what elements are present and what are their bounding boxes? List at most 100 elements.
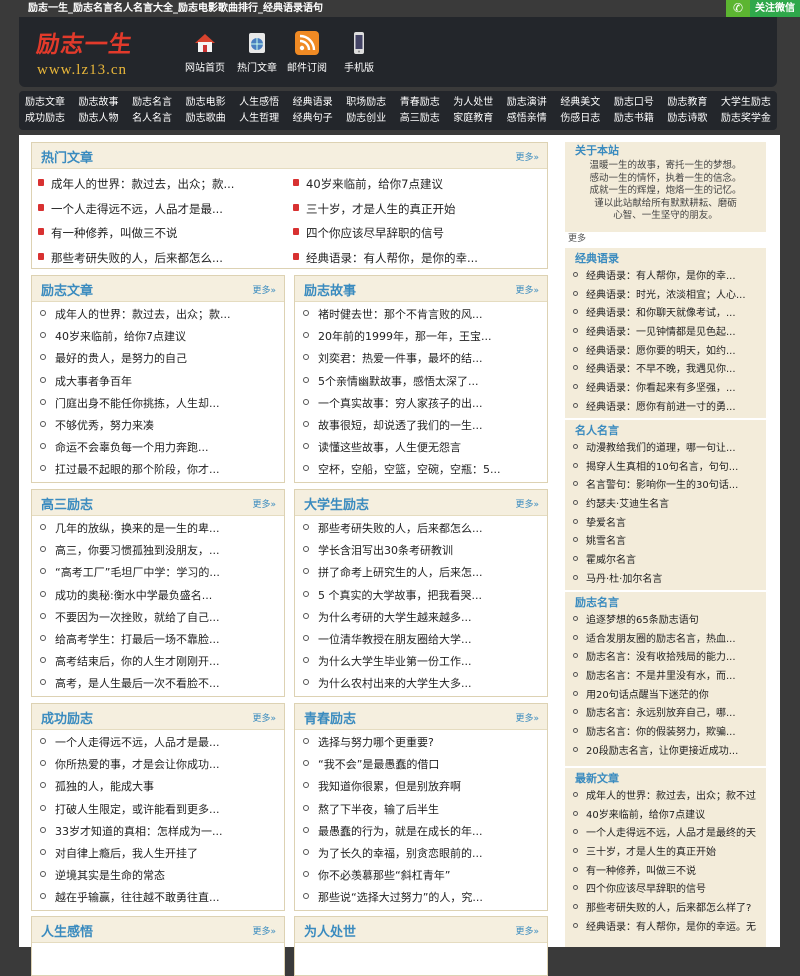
wechat-follow[interactable]: ✆ 关注微信 — [726, 0, 800, 17]
more-link[interactable]: 更多» — [252, 283, 276, 296]
sidebar-item[interactable]: 经典语录：不早不晚，我遇见你... — [573, 361, 766, 380]
list-item[interactable]: 33岁才知道的真相：怎样成为一... — [40, 821, 284, 843]
sidebar-item[interactable]: 有一种修养，叫做三不说 — [573, 863, 766, 882]
hot-item[interactable]: 一个人走得远不远，人品才是最... — [38, 197, 293, 222]
nav-item[interactable]: 励志歌曲 — [186, 111, 226, 127]
sidebar-item[interactable]: 经典语录：一见钟情都是见色起... — [573, 324, 766, 343]
list-item[interactable]: 不要因为一次挫败，就给了自己... — [40, 607, 284, 629]
nav-item[interactable]: 人生感悟 — [239, 95, 279, 111]
sidebar-item[interactable]: 揭穿人生真相的10句名言，句句... — [573, 459, 766, 478]
list-item[interactable]: 成大事者争百年 — [40, 371, 284, 393]
nav-item[interactable]: 感悟亲情 — [507, 111, 547, 127]
list-item[interactable]: 对自律上瘾后，我人生开挂了 — [40, 843, 284, 865]
nav-item[interactable]: 励志电影 — [186, 95, 226, 111]
list-item[interactable]: 褚时健去世：那个不肯言败的风... — [303, 304, 547, 326]
nav-item[interactable]: 经典句子 — [293, 111, 333, 127]
nav-item[interactable]: 励志人物 — [79, 111, 119, 127]
sidebar-item[interactable]: 动漫教给我们的道理，哪一句让... — [573, 440, 766, 459]
list-item[interactable]: 成年人的世界：款过去，出众；款... — [40, 304, 284, 326]
list-item[interactable]: 空杯，空船，空篮，空碗，空瓶：5... — [303, 459, 547, 481]
list-item[interactable]: 几年的放纵，换来的是一生的卑... — [40, 518, 284, 540]
nav-home[interactable]: 网站首页 — [181, 31, 229, 74]
sidebar-item[interactable]: 追逐梦想的65条励志语句 — [573, 612, 766, 631]
nav-item[interactable]: 伤感日志 — [560, 111, 600, 127]
list-item[interactable]: 高考，是人生最后一次不看脸不... — [40, 673, 284, 695]
list-item[interactable]: 你不必羡慕那些“斜杠青年” — [303, 865, 547, 887]
list-item[interactable]: 命运不会辜负每一个用力奔跑... — [40, 437, 284, 459]
more-link[interactable]: 更多» — [252, 924, 276, 937]
list-item[interactable]: 读懂这些故事，人生便无怨言 — [303, 437, 547, 459]
list-item[interactable]: 选择与努力哪个更重要? — [303, 732, 547, 754]
sidebar-item[interactable]: 经典语录：时光，浓淡相宜；人心... — [573, 287, 766, 306]
nav-item[interactable]: 家庭教育 — [453, 111, 493, 127]
list-item[interactable]: 40岁来临前，给你7点建议 — [40, 326, 284, 348]
nav-subscribe[interactable]: 邮件订阅 — [283, 31, 331, 74]
sidebar-item[interactable]: 一个人走得远不远，人品才是最终的天 — [573, 825, 766, 844]
sidebar-item[interactable]: 经典语录：愿你要的明天，如约... — [573, 343, 766, 362]
sidebar-item[interactable]: 挚爱名言 — [573, 515, 766, 534]
sidebar-item[interactable]: 那些考研失败的人，后来都怎么样了? — [573, 900, 766, 919]
sidebar-item[interactable]: 经典语录：愿你有前进一寸的勇... — [573, 399, 766, 418]
nav-item[interactable]: 励志名言 — [132, 95, 172, 111]
more-link[interactable]: 更多» — [515, 150, 539, 163]
sidebar-item[interactable]: 约瑟夫·艾迪生名言 — [573, 496, 766, 515]
nav-item[interactable]: 青春励志 — [400, 95, 440, 111]
sidebar-item[interactable]: 霍威尔名言 — [573, 552, 766, 571]
nav-item[interactable]: 高三励志 — [400, 111, 440, 127]
list-item[interactable]: 高考结束后，你的人生才刚刚开... — [40, 651, 284, 673]
list-item[interactable]: 我知道你很累，但是别放弃啊 — [303, 776, 547, 798]
more-link[interactable]: 更多» — [515, 497, 539, 510]
nav-item[interactable]: 经典语录 — [293, 95, 333, 111]
sidebar-item[interactable]: 经典语录：和你聊天就像考试，... — [573, 305, 766, 324]
hot-item[interactable]: 经典语录：有人帮你，是你的幸... — [293, 246, 543, 271]
nav-item[interactable]: 励志演讲 — [507, 95, 547, 111]
list-item[interactable]: 故事很短，却说透了我们的一生... — [303, 415, 547, 437]
list-item[interactable]: 逆境其实是生命的常态 — [40, 865, 284, 887]
list-item[interactable]: 刘奕君：热爱一件事，最坏的结... — [303, 348, 547, 370]
list-item[interactable]: 最好的贵人，是努力的自己 — [40, 348, 284, 370]
sidebar-item[interactable]: 姚雪名言 — [573, 533, 766, 552]
hot-item[interactable]: 三十岁，才是人生的真正开始 — [293, 197, 543, 222]
nav-item[interactable]: 励志口号 — [614, 95, 654, 111]
list-item[interactable]: 给高考学生：打最后一场不靠脸... — [40, 629, 284, 651]
sidebar-item[interactable]: 20段励志名言，让你更接近成功... — [573, 743, 766, 762]
list-item[interactable]: 不够优秀，努力来凑 — [40, 415, 284, 437]
nav-mobile[interactable]: 手机版 — [335, 31, 383, 74]
list-item[interactable]: 扛过最不起眼的那个阶段，你才... — [40, 459, 284, 481]
nav-item[interactable]: 励志教育 — [667, 95, 707, 111]
nav-item[interactable]: 励志奖学金 — [721, 111, 771, 127]
list-item[interactable]: 5 个真实的大学故事，把我看哭... — [303, 585, 547, 607]
hot-item[interactable]: 成年人的世界：款过去，出众；款... — [38, 172, 293, 197]
list-item[interactable]: 你所热爱的事，才是会让你成功... — [40, 754, 284, 776]
sidebar-item[interactable]: 经典语录：有人帮你，是你的幸... — [573, 268, 766, 287]
sidebar-item[interactable]: 励志名言：你的假装努力，欺骗... — [573, 724, 766, 743]
list-item[interactable]: 一个人走得远不远，人品才是最... — [40, 732, 284, 754]
list-item[interactable]: 那些说“选择大过努力”的人，究... — [303, 887, 547, 909]
list-item[interactable]: 为什么大学生毕业第一份工作... — [303, 651, 547, 673]
sidebar-item[interactable]: 成年人的世界：款过去，出众；款不过 — [573, 788, 766, 807]
list-item[interactable]: 20年前的1999年，那一年，王宝... — [303, 326, 547, 348]
sidebar-item[interactable]: 适合发朋友圈的励志名言，热血... — [573, 631, 766, 650]
more-link[interactable]: 更多» — [252, 711, 276, 724]
more-link[interactable]: 更多» — [515, 711, 539, 724]
list-item[interactable]: 孤独的人，能成大事 — [40, 776, 284, 798]
list-item[interactable]: “高考工厂”毛坦厂中学：学习的... — [40, 562, 284, 584]
list-item[interactable]: 最愚蠢的行为，就是在成长的年... — [303, 821, 547, 843]
hot-item[interactable]: 四个你应该尽早辞职的信号 — [293, 221, 543, 246]
hot-item[interactable]: 40岁来临前，给你7点建议 — [293, 172, 543, 197]
sidebar-item[interactable]: 40岁来临前，给你7点建议 — [573, 807, 766, 826]
nav-item[interactable]: 成功励志 — [25, 111, 65, 127]
more-link[interactable]: 更多» — [515, 283, 539, 296]
logo[interactable]: 励志一生 www.lz13.cn — [35, 25, 177, 78]
list-item[interactable]: 为什么农村出来的大学生大多... — [303, 673, 547, 695]
sidebar-item[interactable]: 经典语录：你看起来有多坚强，... — [573, 380, 766, 399]
sidebar-item[interactable]: 马丹·杜·加尔名言 — [573, 571, 766, 590]
list-item[interactable]: 为了长久的幸福，别贪恋眼前的... — [303, 843, 547, 865]
nav-item[interactable]: 大学生励志 — [721, 95, 771, 111]
sidebar-item[interactable]: 经典语录：有人帮你，是你的幸运。无 — [573, 919, 766, 938]
nav-item[interactable]: 为人处世 — [453, 95, 493, 111]
nav-hot[interactable]: 热门文章 — [233, 31, 281, 74]
more-link[interactable]: 更多» — [515, 924, 539, 937]
sidebar-item[interactable]: 名言警句：影响你一生的30句话... — [573, 477, 766, 496]
list-item[interactable]: 熬了下半夜，输了后半生 — [303, 799, 547, 821]
